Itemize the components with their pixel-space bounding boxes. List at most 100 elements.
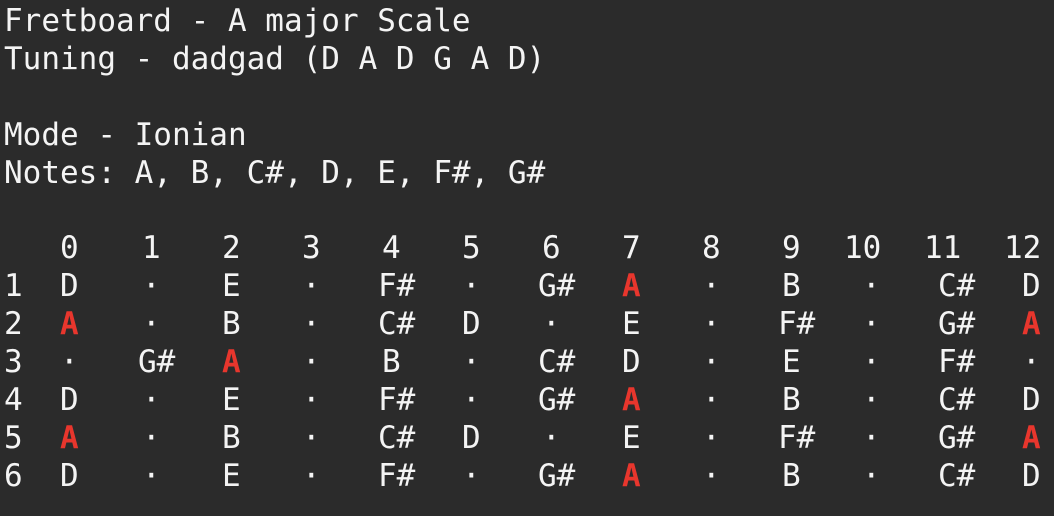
scale-note: E <box>222 382 241 418</box>
empty-fret-dot: · <box>302 306 321 342</box>
fret-number: 12 <box>1004 230 1042 266</box>
string-row: 5 A · B · C# D · E · F# · G# A <box>0 419 1054 457</box>
scale-note: F# <box>778 306 816 342</box>
root-note: A <box>60 420 79 456</box>
fret-number: 5 <box>462 230 481 266</box>
empty-fret-dot: · <box>142 268 161 304</box>
empty-fret-dot: · <box>142 458 161 494</box>
scale-note: C# <box>938 268 976 304</box>
scale-note: G# <box>138 344 176 380</box>
fret-number: 9 <box>782 230 801 266</box>
empty-fret-dot: · <box>862 458 881 494</box>
empty-fret-dot: · <box>302 344 321 380</box>
empty-fret-dot: · <box>142 420 161 456</box>
empty-fret-dot: · <box>1022 344 1041 380</box>
scale-note: D <box>622 344 641 380</box>
string-row: 1 D · E · F# · G# A · B · C# D <box>0 267 1054 305</box>
fret-number: 2 <box>222 230 241 266</box>
scale-note: C# <box>938 382 976 418</box>
fret-number: 11 <box>924 230 962 266</box>
scale-note: G# <box>538 268 576 304</box>
empty-fret-dot: · <box>60 344 79 380</box>
empty-fret-dot: · <box>702 382 721 418</box>
terminal-window[interactable]: Fretboard - A major Scale Tuning - dadga… <box>0 0 1054 516</box>
empty-fret-dot: · <box>702 420 721 456</box>
scale-note: G# <box>938 420 976 456</box>
string-row: 2 A · B · C# D · E · F# · G# A <box>0 305 1054 343</box>
fret-number: 0 <box>60 230 79 266</box>
empty-fret-dot: · <box>142 382 161 418</box>
scale-note: B <box>222 420 241 456</box>
root-note: A <box>1022 306 1041 342</box>
scale-note: E <box>222 268 241 304</box>
scale-note: F# <box>378 382 416 418</box>
empty-fret-dot: · <box>302 420 321 456</box>
scale-note: D <box>1022 268 1041 304</box>
scale-title: Fretboard - A major Scale <box>4 3 471 39</box>
string-number: 6 <box>4 458 23 494</box>
scale-note: B <box>382 344 401 380</box>
scale-note: F# <box>938 344 976 380</box>
root-note: A <box>60 306 79 342</box>
scale-note: E <box>622 306 641 342</box>
empty-fret-dot: · <box>302 458 321 494</box>
scale-note: B <box>782 382 801 418</box>
empty-fret-dot: · <box>862 420 881 456</box>
scale-note: E <box>622 420 641 456</box>
scale-note: B <box>782 458 801 494</box>
scale-note: B <box>222 306 241 342</box>
empty-fret-dot: · <box>702 268 721 304</box>
scale-note: D <box>60 382 79 418</box>
scale-note: C# <box>538 344 576 380</box>
string-number: 3 <box>4 344 23 380</box>
mode-line: Mode - Ionian <box>4 117 247 153</box>
scale-note: D <box>1022 382 1041 418</box>
fret-number: 7 <box>622 230 641 266</box>
scale-note: E <box>782 344 801 380</box>
fret-number: 3 <box>302 230 321 266</box>
empty-fret-dot: · <box>462 268 481 304</box>
empty-fret-dot: · <box>142 306 161 342</box>
string-row: 3 · G# A · B · C# D · E · F# · <box>0 343 1054 381</box>
string-row: 6 D · E · F# · G# A · B · C# D <box>0 457 1054 495</box>
empty-fret-dot: · <box>862 382 881 418</box>
fret-number: 8 <box>702 230 721 266</box>
string-number: 5 <box>4 420 23 456</box>
empty-fret-dot: · <box>542 306 561 342</box>
scale-note: B <box>782 268 801 304</box>
empty-fret-dot: · <box>702 306 721 342</box>
empty-fret-dot: · <box>462 344 481 380</box>
fret-number: 1 <box>142 230 161 266</box>
empty-fret-dot: · <box>462 458 481 494</box>
root-note: A <box>622 268 641 304</box>
scale-note: D <box>1022 458 1041 494</box>
scale-note: D <box>60 458 79 494</box>
empty-fret-dot: · <box>702 458 721 494</box>
root-note: A <box>622 382 641 418</box>
notes-line: Notes: A, B, C#, D, E, F#, G# <box>4 155 546 191</box>
scale-note: G# <box>538 382 576 418</box>
fret-number: 10 <box>844 230 882 266</box>
tuning-line: Tuning - dadgad (D A D G A D) <box>4 41 546 77</box>
scale-note: C# <box>938 458 976 494</box>
string-number: 2 <box>4 306 23 342</box>
root-note: A <box>222 344 241 380</box>
empty-fret-dot: · <box>862 344 881 380</box>
scale-note: C# <box>378 420 416 456</box>
root-note: A <box>622 458 641 494</box>
scale-note: G# <box>538 458 576 494</box>
scale-note: F# <box>378 268 416 304</box>
empty-fret-dot: · <box>862 306 881 342</box>
string-number: 4 <box>4 382 23 418</box>
scale-note: D <box>60 268 79 304</box>
empty-fret-dot: · <box>302 268 321 304</box>
empty-fret-dot: · <box>542 420 561 456</box>
string-row: 4 D · E · F# · G# A · B · C# D <box>0 381 1054 419</box>
scale-note: D <box>462 420 481 456</box>
scale-note: E <box>222 458 241 494</box>
fret-number-header: 0 1 2 3 4 5 6 7 8 9 10 11 12 <box>0 229 1054 267</box>
empty-fret-dot: · <box>462 382 481 418</box>
empty-fret-dot: · <box>862 268 881 304</box>
scale-note: D <box>462 306 481 342</box>
scale-note: C# <box>378 306 416 342</box>
